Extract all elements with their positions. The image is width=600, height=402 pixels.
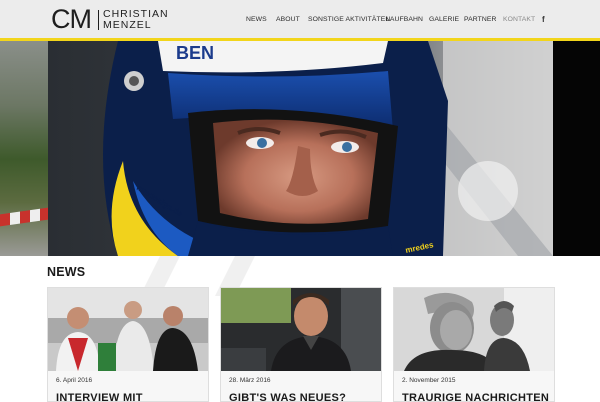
nav-item-about[interactable]: ABOUT — [276, 16, 300, 23]
site-header: CM CHRISTIAN MENZEL NEWS ABOUT SONSTIGE … — [0, 0, 600, 38]
nav-item-partner[interactable]: PARTNER — [464, 16, 497, 23]
nav-item-sonstige-aktivitaeten[interactable]: SONSTIGE AKTIVITÄTEN — [308, 16, 390, 23]
hero-image: BEN mredesign.de mredes — [48, 41, 553, 256]
logo-monogram: CM — [51, 4, 92, 34]
site-logo[interactable]: CM CHRISTIAN MENZEL — [51, 4, 176, 34]
logo-last-name: MENZEL — [103, 19, 152, 31]
news-card[interactable]: 6. April 2016 INTERVIEW MIT — [47, 287, 209, 402]
hero-side-image-left — [0, 41, 48, 256]
news-date: 6. April 2016 — [56, 377, 93, 384]
nav-item-kontakt[interactable]: KONTAKT — [503, 16, 535, 23]
news-headline[interactable]: GIBT'S WAS NEUES? — [229, 392, 346, 401]
news-headline[interactable]: INTERVIEW MIT — [56, 392, 143, 401]
helmet-sponsor-text: BEN — [176, 43, 214, 63]
news-section-title: NEWS — [47, 265, 86, 279]
driver-helmet-illustration: BEN mredesign.de mredes — [48, 41, 553, 256]
nav-item-laufbahn[interactable]: LAUFBAHN — [386, 16, 423, 23]
news-date: 28. März 2016 — [229, 377, 271, 384]
hero-side-image-right — [553, 41, 600, 256]
news-card[interactable]: 2. November 2015 TRAURIGE NACHRICHTEN — [393, 287, 555, 402]
news-card[interactable]: 28. März 2016 GIBT'S WAS NEUES? — [220, 287, 382, 402]
black-white-portrait-photo — [394, 288, 554, 371]
facebook-icon[interactable]: f — [542, 15, 545, 24]
news-headline[interactable]: TRAURIGE NACHRICHTEN — [402, 392, 549, 401]
team-conversation-photo — [48, 288, 208, 371]
driver-in-car-photo — [221, 288, 381, 371]
nav-item-news[interactable]: NEWS — [246, 16, 267, 23]
news-date: 2. November 2015 — [402, 377, 456, 384]
logo-divider — [98, 10, 99, 30]
nav-item-galerie[interactable]: GALERIE — [429, 16, 459, 23]
